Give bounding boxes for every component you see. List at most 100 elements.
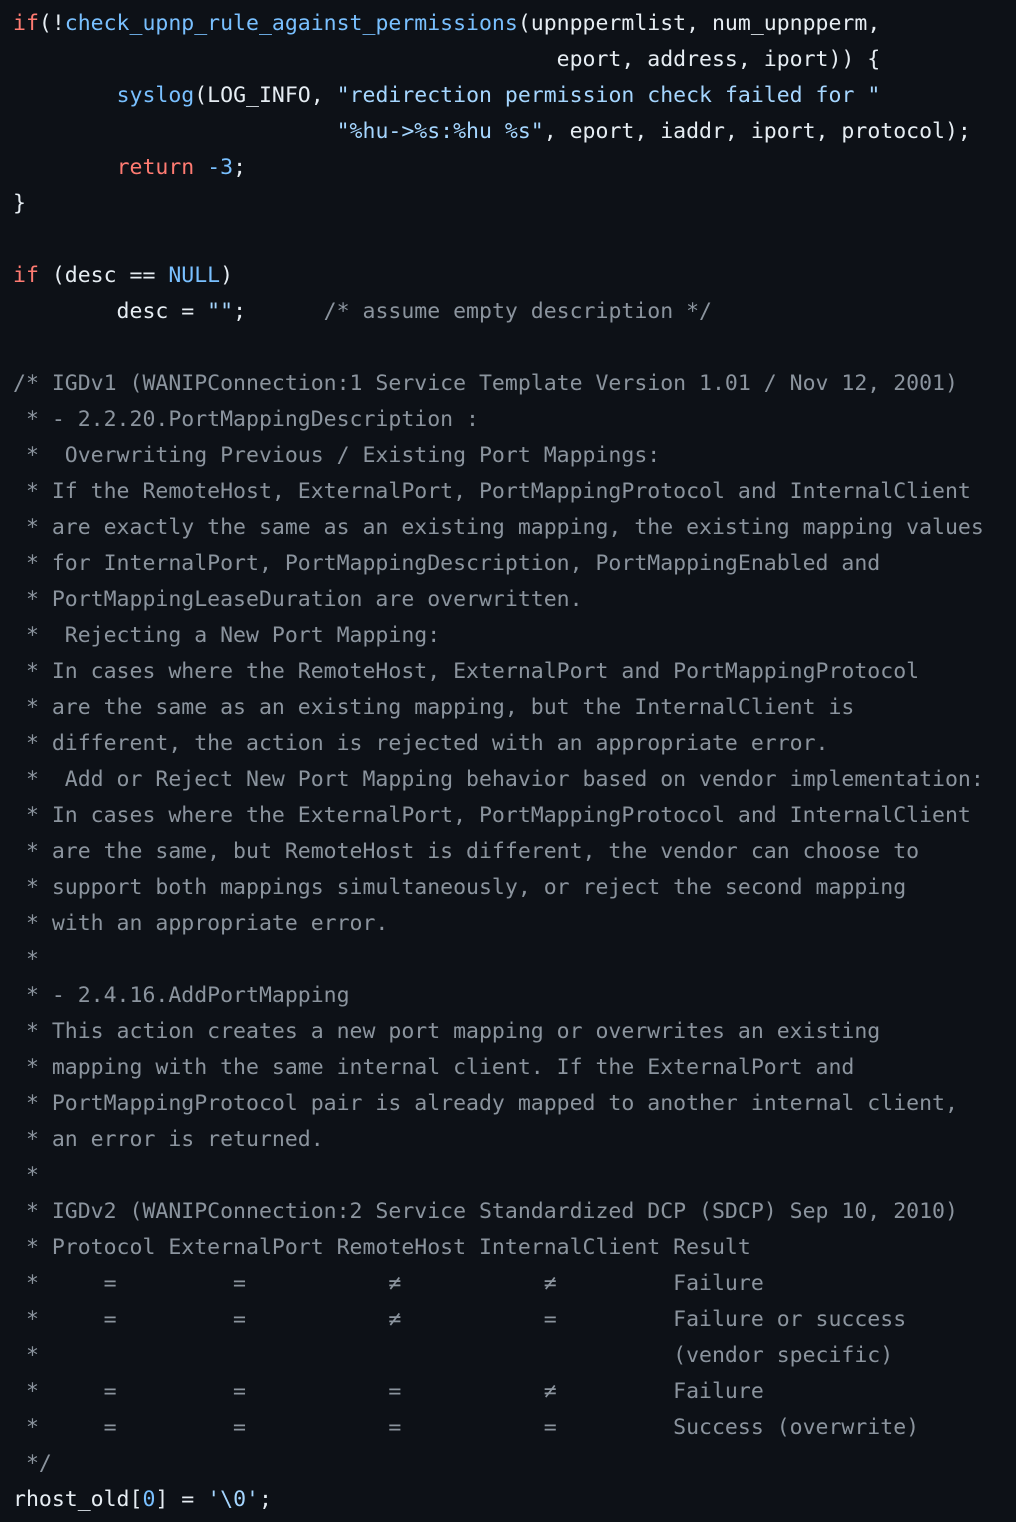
code-token: * mapping with the same internal client.… (13, 1055, 855, 1080)
code-token: (! (38, 11, 65, 36)
code-token: return (116, 155, 195, 180)
code-line: * If the RemoteHost, ExternalPort, PortM… (13, 474, 1016, 510)
code-line: * Overwriting Previous / Existing Port M… (13, 438, 1016, 474)
code-token: * with an appropriate error. (13, 911, 389, 936)
code-token: ) (220, 263, 234, 288)
code-line: * = = = = Success (overwrite) (13, 1410, 1016, 1446)
code-line: "%hu->%s:%hu %s", eport, iaddr, iport, p… (13, 114, 1016, 150)
code-line: */ (13, 1446, 1016, 1482)
code-line: * In cases where the RemoteHost, Externa… (13, 654, 1016, 690)
code-token: * PortMappingLeaseDuration are overwritt… (13, 587, 583, 612)
code-line: * (13, 1158, 1016, 1194)
code-token: * different, the action is rejected with… (13, 731, 829, 756)
code-token: * Rejecting a New Port Mapping: (13, 623, 441, 648)
code-line: * with an appropriate error. (13, 906, 1016, 942)
code-token: * for InternalPort, PortMappingDescripti… (13, 551, 881, 576)
code-token: "redirection permission check failed for… (336, 83, 881, 108)
code-line: * This action creates a new port mapping… (13, 1014, 1016, 1050)
code-line: * In cases where the ExternalPort, PortM… (13, 798, 1016, 834)
code-token: ; (258, 1487, 272, 1512)
code-viewer: if(!check_upnp_rule_against_permissions(… (0, 0, 1016, 1518)
code-line: return -3; (13, 150, 1016, 186)
code-token: * support both mappings simultaneously, … (13, 875, 907, 900)
code-token: * are the same as an existing mapping, b… (13, 695, 855, 720)
code-token: ; (233, 299, 324, 324)
code-token: * PortMappingProtocol pair is already ma… (13, 1091, 958, 1116)
code-token: '\0' (207, 1487, 259, 1512)
code-token: * (13, 947, 39, 972)
code-token: * In cases where the ExternalPort, PortM… (13, 803, 971, 828)
code-token: * = = ≠ = Failure or success (13, 1307, 907, 1332)
code-token: * If the RemoteHost, ExternalPort, PortM… (13, 479, 971, 504)
code-token: /* assume empty description */ (323, 299, 712, 324)
code-token: check_upnp_rule_against_permissions (64, 11, 518, 36)
code-token: } (13, 191, 26, 216)
code-token: * - 2.2.20.PortMappingDescription : (13, 407, 479, 432)
code-token: * Add or Reject New Port Mapping behavio… (13, 767, 984, 792)
code-line: * support both mappings simultaneously, … (13, 870, 1016, 906)
code-token: eport, address, iport)) { (13, 47, 881, 72)
code-line: * an error is returned. (13, 1122, 1016, 1158)
code-line: rhost_old[0] = '\0'; (13, 1482, 1016, 1518)
code-line: * Protocol ExternalPort RemoteHost Inter… (13, 1230, 1016, 1266)
code-token: * = = = = Success (overwrite) (13, 1415, 920, 1440)
code-token: syslog (116, 83, 195, 108)
code-line: * Add or Reject New Port Mapping behavio… (13, 762, 1016, 798)
code-token: * In cases where the RemoteHost, Externa… (13, 659, 920, 684)
code-token: -3 (207, 155, 234, 180)
code-line: } (13, 186, 1016, 222)
code-token: "%hu->%s:%hu %s" (336, 119, 544, 144)
code-line: eport, address, iport)) { (13, 42, 1016, 78)
code-token: "" (207, 299, 234, 324)
code-line: * PortMappingProtocol pair is already ma… (13, 1086, 1016, 1122)
code-token: * an error is returned. (13, 1127, 324, 1152)
code-token: ; (233, 155, 247, 180)
code-line: * (vendor specific) (13, 1338, 1016, 1374)
code-line: * (13, 942, 1016, 978)
code-line: if (desc == NULL) (13, 258, 1016, 294)
code-line: * for InternalPort, PortMappingDescripti… (13, 546, 1016, 582)
code-token: NULL (168, 263, 221, 288)
code-line: /* IGDv1 (WANIPConnection:1 Service Temp… (13, 366, 1016, 402)
code-token: * Overwriting Previous / Existing Port M… (13, 443, 661, 468)
code-line: * IGDv2 (WANIPConnection:2 Service Stand… (13, 1194, 1016, 1230)
code-line: * are exactly the same as an existing ma… (13, 510, 1016, 546)
code-line: * mapping with the same internal client.… (13, 1050, 1016, 1086)
code-token: * Protocol ExternalPort RemoteHost Inter… (13, 1235, 751, 1260)
code-line: * = = ≠ ≠ Failure (13, 1266, 1016, 1302)
code-line: * = = ≠ = Failure or success (13, 1302, 1016, 1338)
code-line: syslog(LOG_INFO, "redirection permission… (13, 78, 1016, 114)
code-token: * This action creates a new port mapping… (13, 1019, 881, 1044)
code-token: * (13, 1163, 39, 1188)
code-line: * different, the action is rejected with… (13, 726, 1016, 762)
code-line: * = = = ≠ Failure (13, 1374, 1016, 1410)
code-token: if (13, 263, 39, 288)
code-token: (LOG_INFO, (194, 83, 337, 108)
code-line: * Rejecting a New Port Mapping: (13, 618, 1016, 654)
code-token: * = = ≠ ≠ Failure (13, 1271, 764, 1296)
code-token: ] = (155, 1487, 208, 1512)
code-line: * are the same as an existing mapping, b… (13, 690, 1016, 726)
code-token: * are the same, but RemoteHost is differ… (13, 839, 920, 864)
code-token: (upnppermlist, num_upnpperm, (517, 11, 881, 36)
code-token: * - 2.4.16.AddPortMapping (13, 983, 350, 1008)
code-token: desc = (13, 299, 208, 324)
code-token: if (13, 11, 39, 36)
code-token: * (vendor specific) (13, 1343, 894, 1368)
code-line: * are the same, but RemoteHost is differ… (13, 834, 1016, 870)
code-line: * PortMappingLeaseDuration are overwritt… (13, 582, 1016, 618)
code-token: , eport, iaddr, iport, protocol); (543, 119, 971, 144)
code-token: */ (13, 1451, 52, 1476)
code-token: 0 (142, 1487, 156, 1512)
code-token: * are exactly the same as an existing ma… (13, 515, 984, 540)
code-line: * - 2.2.20.PortMappingDescription : (13, 402, 1016, 438)
code-token: (desc == (38, 263, 169, 288)
code-token: rhost_old[ (13, 1487, 143, 1512)
code-token: /* IGDv1 (WANIPConnection:1 Service Temp… (13, 371, 958, 396)
